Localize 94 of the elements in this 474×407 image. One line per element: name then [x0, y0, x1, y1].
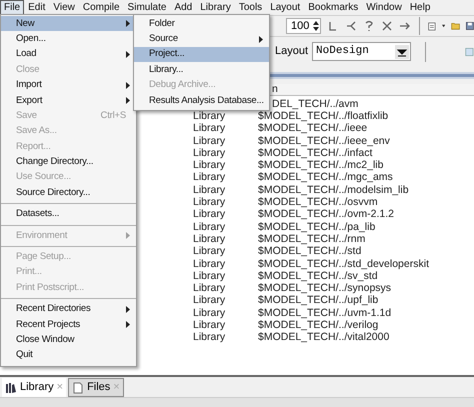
path-cell: $MODEL_TECH/../infact: [258, 148, 372, 159]
menu-item[interactable]: Export: [1, 92, 136, 108]
path-cell: $MODEL_TECH/../upf_lib: [258, 295, 378, 306]
menu-item[interactable]: Recent Directories: [1, 302, 136, 318]
type-cell-text: Library: [193, 295, 226, 306]
panel-tab[interactable]: Files ×: [68, 378, 124, 397]
submenu-arrow-icon: [259, 36, 263, 43]
path-cell: $MODEL_TECH/../floatfixlib: [258, 110, 388, 122]
type-cell-text: Library: [193, 160, 226, 172]
panel-tab[interactable]: Library ×: [2, 378, 66, 397]
help-icon[interactable]: [363, 20, 376, 32]
menu-item[interactable]: Library...: [134, 62, 269, 78]
type-cell-text: Library: [193, 110, 226, 122]
path-cell: $MODEL_TECH/../pa_lib: [258, 222, 376, 233]
path-cell: $MODEL_TECH/../std_developerskit: [258, 258, 429, 270]
menu-item[interactable]: Load: [1, 46, 136, 62]
path-cell: $MODEL_TECH/../mgc_ams: [258, 172, 393, 184]
path-cell: $MODEL_TECH/../std: [258, 246, 362, 258]
menu-item[interactable]: Folder: [134, 16, 269, 32]
menu-item[interactable]: Import: [1, 78, 136, 93]
submenu-arrow-icon: [126, 82, 130, 89]
folder-icon[interactable]: [451, 20, 460, 32]
menu-bar-item[interactable]: Tools: [234, 0, 266, 15]
type-cell-text: Library: [193, 184, 226, 196]
path-cell: $MODEL_TECH/../vital2000: [258, 332, 390, 344]
save-icon[interactable]: [466, 20, 474, 32]
type-cell-text: Library: [193, 234, 226, 245]
submenu-arrow-icon: [126, 97, 130, 104]
arrow-icon[interactable]: [399, 20, 412, 32]
path-cell: DEL_TECH/../avm: [272, 98, 358, 110]
layout-dropdown[interactable]: NoDesign: [312, 42, 410, 61]
menu-bar-item[interactable]: View: [49, 0, 79, 15]
type-cell-text: Library: [193, 332, 226, 344]
menu-bar-item[interactable]: Edit: [24, 0, 50, 15]
zoom-spinner[interactable]: 100: [286, 18, 322, 34]
file-icon: [72, 382, 84, 394]
books-icon: [5, 382, 17, 394]
type-cell-text: Library: [193, 246, 226, 258]
menu-bar-item[interactable]: Bookmarks: [304, 0, 362, 15]
type-cell-text: Library: [193, 308, 226, 319]
cross-icon[interactable]: [381, 20, 394, 32]
submenu-arrow-icon: [126, 232, 130, 240]
type-cell-text: Library: [193, 222, 226, 233]
spinner-arrows-icon[interactable]: [312, 19, 320, 33]
menu-item[interactable]: Project...: [134, 46, 269, 62]
dropdown-caret-icon[interactable]: [394, 44, 408, 58]
document-icon[interactable]: [428, 20, 436, 32]
menu-item[interactable]: New: [1, 16, 136, 32]
type-cell-text: Library: [193, 136, 226, 147]
menu-item[interactable]: Recent Projects: [1, 317, 136, 332]
menu-item[interactable]: Close Window: [1, 332, 136, 348]
type-cell-text: Library: [193, 197, 226, 208]
menu-item[interactable]: Datasets...: [1, 206, 136, 222]
path-cell: $MODEL_TECH/../modelsim_lib: [258, 184, 409, 196]
column-header[interactable]: n: [272, 84, 278, 95]
menu-item[interactable]: Quit: [1, 348, 136, 364]
path-cell: $MODEL_TECH/../mc2_lib: [258, 160, 384, 172]
path-cell: $MODEL_TECH/../verilog: [258, 320, 378, 331]
path-cell: $MODEL_TECH/../uvm-1.1d: [258, 308, 392, 319]
menu-bar-item[interactable]: Simulate: [124, 0, 170, 15]
menu-bar-item[interactable]: Compile: [78, 0, 124, 15]
menu-item[interactable]: Results Analysis Database...: [134, 92, 269, 108]
path-cell: $MODEL_TECH/../synopsys: [258, 283, 392, 294]
menu-bar-item[interactable]: Add: [170, 0, 196, 15]
type-cell-text: Library: [193, 148, 226, 159]
menu-item[interactable]: Source: [134, 31, 269, 47]
menu-bar-item[interactable]: Window: [362, 0, 406, 15]
path-cell: $MODEL_TECH/../osvvm: [258, 197, 378, 208]
submenu-arrow-icon: [126, 20, 130, 28]
type-cell-text: Library: [193, 258, 226, 270]
caret-icon[interactable]: [442, 24, 446, 28]
path-cell: $MODEL_TECH/../sv_std: [258, 270, 378, 282]
submenu-arrow-icon: [126, 321, 130, 328]
path-cell: $MODEL_TECH/../rnm: [258, 234, 366, 245]
type-cell-text: Library: [193, 209, 226, 220]
menu-bar-item[interactable]: Library: [196, 0, 235, 15]
path-cell: $MODEL_TECH/../ovm-2.1.2: [258, 209, 394, 220]
branch-icon[interactable]: [345, 20, 358, 32]
path-cell: $MODEL_TECH/../ieee_env: [258, 136, 390, 147]
type-cell-text: Library: [193, 320, 226, 331]
menu-item[interactable]: Change Directory...: [1, 154, 136, 170]
menu-item[interactable]: Source Directory...: [1, 185, 136, 201]
submenu-arrow-icon: [126, 306, 130, 313]
menu-bar-item[interactable]: Help: [406, 0, 434, 15]
type-cell-text: Library: [193, 123, 226, 134]
path-cell: $MODEL_TECH/../ieee: [258, 123, 368, 134]
type-cell-text: Library: [193, 283, 226, 294]
menu-bar-item[interactable]: Layout: [266, 0, 304, 15]
type-cell-text: Library: [193, 172, 226, 184]
type-cell-text: Library: [193, 270, 226, 282]
menu-bar-item[interactable]: File: [0, 0, 24, 15]
submenu-arrow-icon: [126, 50, 130, 58]
layout-label: Layout: [275, 44, 308, 60]
menu-item[interactable]: Open...: [1, 31, 136, 47]
